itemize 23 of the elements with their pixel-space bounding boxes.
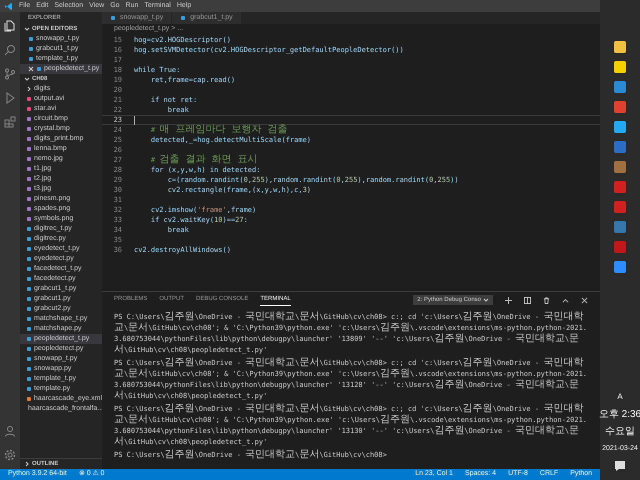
files-icon[interactable] <box>4 20 16 32</box>
run-icon[interactable] <box>4 92 16 104</box>
chevron-up-icon[interactable] <box>562 296 569 304</box>
plus-icon[interactable] <box>505 296 512 304</box>
split-icon[interactable] <box>524 296 531 304</box>
chevron-down-icon <box>24 26 30 32</box>
chevron-icon <box>26 86 32 92</box>
chevron-down-icon <box>483 297 489 303</box>
close-icon[interactable] <box>581 296 588 304</box>
vscode-logo-icon <box>4 2 13 10</box>
input-method-indicator[interactable]: A <box>617 391 623 403</box>
text-cursor <box>134 116 135 124</box>
account-icon[interactable] <box>4 425 16 437</box>
trash-icon[interactable] <box>543 296 550 304</box>
search-icon[interactable] <box>4 44 16 56</box>
close-icon <box>28 66 34 72</box>
extensions-icon[interactable] <box>4 116 16 128</box>
source-control-icon[interactable] <box>4 68 16 80</box>
notification-icon[interactable] <box>614 460 626 472</box>
chevron-down-icon <box>24 76 30 82</box>
settings-icon[interactable] <box>4 449 16 461</box>
clock-day[interactable]: 수요일 <box>605 426 635 437</box>
chevron-right-icon <box>24 461 30 467</box>
